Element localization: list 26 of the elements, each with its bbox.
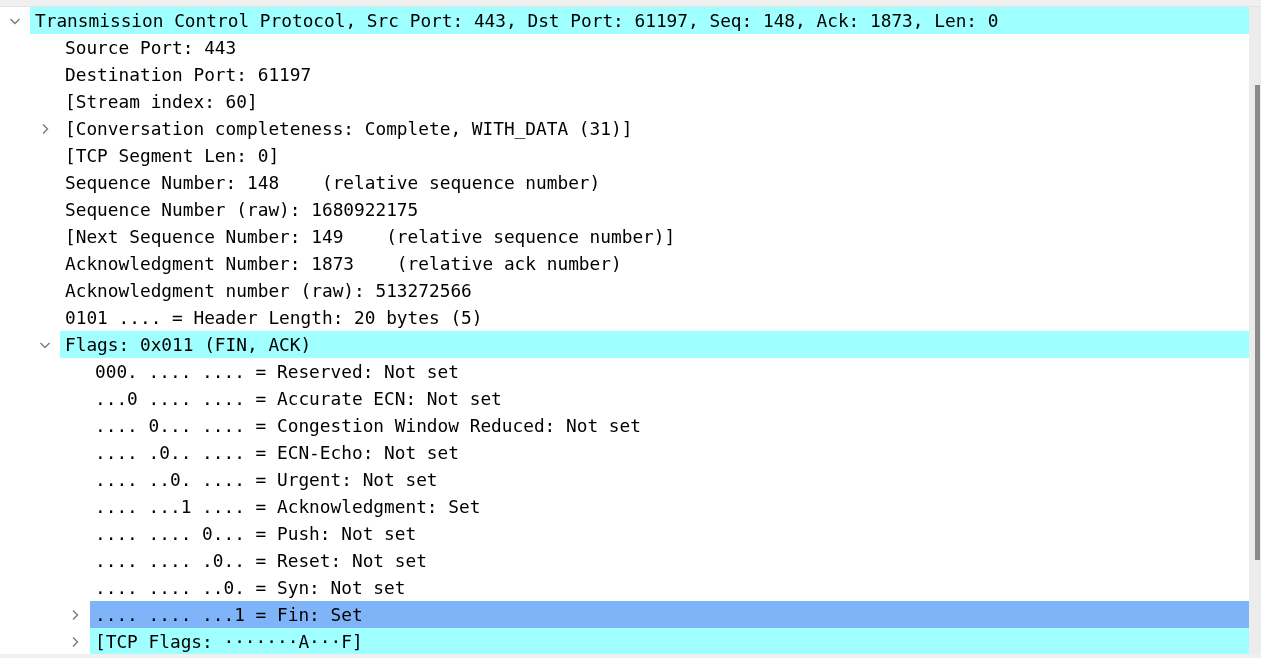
tree-item[interactable]: Transmission Control Protocol, Src Port: 443, Dst Port: 61197, Seq: 148, Ack: 1873, Len: 0 — [30, 7, 1249, 34]
tree-item[interactable]: Acknowledgment number (raw): 513272566 — [60, 277, 1249, 304]
tree-item[interactable]: [Conversation completeness: Complete, WITH_DATA (31)] — [60, 115, 1249, 142]
tree-item[interactable]: .... .... ...1 = Fin: Set — [90, 601, 1249, 628]
tree-item[interactable]: [TCP Segment Len: 0] — [60, 142, 1249, 169]
tree-item[interactable]: .... .0.. .... = ECN-Echo: Not set — [90, 439, 1249, 466]
tree-item[interactable]: 0101 .... = Header Length: 20 bytes (5) — [60, 304, 1249, 331]
scrollbar-thumb[interactable] — [1255, 85, 1260, 560]
tree-item[interactable]: [TCP Flags: ·······A···F] — [90, 628, 1249, 654]
tree-item[interactable]: Sequence Number (raw): 1680922175 — [60, 196, 1249, 223]
tree-item[interactable]: .... .... .0.. = Reset: Not set — [90, 547, 1249, 574]
tree-item[interactable]: 000. .... .... = Reserved: Not set — [90, 358, 1249, 385]
tree-item[interactable]: Acknowledgment Number: 1873 (relative ack number) — [60, 250, 1249, 277]
scrollbar[interactable] — [1249, 7, 1261, 654]
tree-item[interactable]: Destination Port: 61197 — [60, 61, 1249, 88]
tree-item[interactable]: .... ..0. .... = Urgent: Not set — [90, 466, 1249, 493]
tree-item[interactable]: [Next Sequence Number: 149 (relative sequence number)] — [60, 223, 1249, 250]
tree-item[interactable]: .... .... 0... = Push: Not set — [90, 520, 1249, 547]
tree-item[interactable]: Sequence Number: 148 (relative sequence number) — [60, 169, 1249, 196]
tree-item[interactable]: ...0 .... .... = Accurate ECN: Not set — [90, 385, 1249, 412]
tree-item[interactable]: .... ...1 .... = Acknowledgment: Set — [90, 493, 1249, 520]
tree-item[interactable]: .... 0... .... = Congestion Window Reduced: Not set — [90, 412, 1249, 439]
tree-item[interactable]: Source Port: 443 — [60, 34, 1249, 61]
tree-item[interactable]: [Stream index: 60] — [60, 88, 1249, 115]
tree-item[interactable]: .... .... ..0. = Syn: Not set — [90, 574, 1249, 601]
tree-item[interactable]: Flags: 0x011 (FIN, ACK) — [60, 331, 1249, 358]
